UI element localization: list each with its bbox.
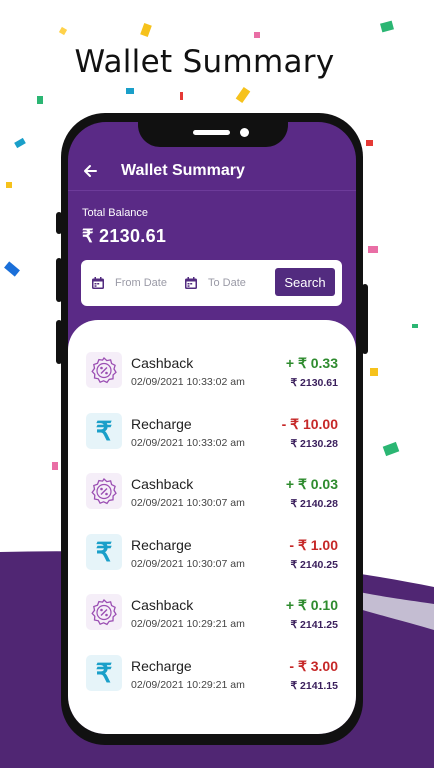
percent-badge-icon [86,352,122,388]
phone-side-button [56,320,62,364]
transaction-balance: ₹ 2140.25 [290,558,338,571]
transaction-amount: + ₹ 0.03 [285,476,338,493]
transaction-date: 02/09/2021 10:33:02 am [131,436,245,449]
transaction-row[interactable]: ₹ Recharge 02/09/2021 10:29:21 am - ₹ 3.00 ₹… [68,655,356,715]
arrow-left-icon[interactable] [78,161,102,185]
search-button[interactable]: Search [275,268,335,296]
transaction-row[interactable]: ₹ Recharge 02/09/2021 10:30:07 am - ₹ 1.00 ₹… [68,533,356,594]
transaction-row[interactable]: Cashback 02/09/2021 10:33:02 am + ₹ 0.33 ₹ … [68,352,356,412]
phone-side-button [56,258,62,302]
phone-speaker [193,130,230,135]
transaction-date: 02/09/2021 10:30:07 am [131,557,245,570]
appbar-divider [68,190,356,191]
app-title: Wallet Summary [121,162,245,179]
calendar-icon [185,277,197,289]
transaction-amount: + ₹ 0.10 [285,597,338,614]
phone-camera [240,128,249,137]
transaction-row[interactable]: ₹ Recharge 02/09/2021 10:33:02 am - ₹ 10.00… [68,412,356,473]
transaction-amount: + ₹ 0.33 [285,355,338,371]
transaction-title: Cashback [131,597,194,614]
app-bar: Wallet Summary [68,158,356,194]
from-date-field[interactable]: From Date [91,273,167,293]
transaction-row[interactable]: Cashback 02/09/2021 10:29:21 am + ₹ 0.10 ₹ … [68,594,356,654]
transaction-balance: ₹ 2130.28 [290,437,338,450]
transaction-title: Cashback [131,355,194,371]
from-date-placeholder: From Date [115,277,167,289]
transaction-date: 02/09/2021 10:33:02 am [131,376,245,388]
transaction-row[interactable]: Cashback 02/09/2021 10:30:07 am + ₹ 0.03 ₹ … [68,473,356,533]
transaction-amount: - ₹ 10.00 [281,415,338,432]
rupee-icon: ₹ [86,533,122,570]
total-balance-label: Total Balance [82,207,149,219]
total-balance-value: ₹ 2130.61 [82,226,167,246]
transaction-title: Recharge [131,415,192,432]
transaction-amount: - ₹ 3.00 [289,658,338,674]
to-date-placeholder: To Date [208,277,246,289]
to-date-field[interactable]: To Date [184,273,246,293]
page-headline: Wallet Summary [74,44,335,80]
transaction-list: Cashback 02/09/2021 10:33:02 am + ₹ 0.33 ₹ … [68,320,356,734]
transaction-balance: ₹ 2130.61 [290,377,338,389]
transaction-amount: - ₹ 1.00 [289,536,338,553]
transaction-balance: ₹ 2140.28 [290,498,338,511]
calendar-icon [92,277,104,289]
transaction-balance: ₹ 2141.15 [290,680,338,692]
phone-power-button [362,284,368,354]
rupee-icon: ₹ [86,655,122,691]
transaction-balance: ₹ 2141.25 [290,619,338,632]
phone-screen: Wallet Summary Total Balance ₹ 2130.61 F… [68,122,356,734]
percent-badge-icon [86,594,122,631]
transaction-date: 02/09/2021 10:30:07 am [131,497,245,510]
phone-side-button [56,212,62,234]
transaction-date: 02/09/2021 10:29:21 am [131,618,245,631]
date-filter-bar: From Date To Date Search [81,260,342,306]
transaction-title: Recharge [131,658,192,674]
transaction-date: 02/09/2021 10:29:21 am [131,679,245,691]
transaction-title: Recharge [131,536,192,553]
transaction-title: Cashback [131,476,194,493]
rupee-icon: ₹ [86,412,122,449]
percent-badge-icon [86,473,122,510]
